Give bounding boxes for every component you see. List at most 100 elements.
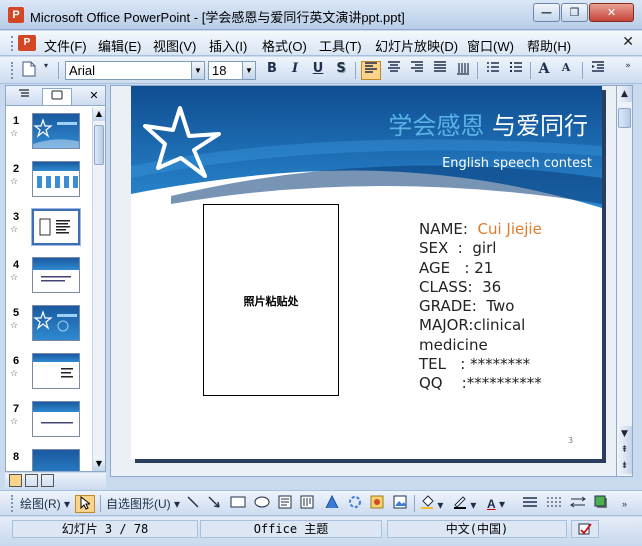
document-close-icon[interactable]: ✕ [622, 34, 634, 50]
new-dropdown-icon[interactable]: ▾ [40, 61, 52, 80]
toolbar-grip-icon[interactable] [11, 495, 14, 512]
new-document-icon[interactable] [20, 61, 38, 80]
menu-tools[interactable]: 工具(T) [319, 36, 362, 55]
chevron-down-icon[interactable]: ▼ [242, 62, 255, 79]
powerpoint-app-icon[interactable]: P [8, 7, 24, 23]
bold-button[interactable]: B [263, 61, 281, 80]
menu-help[interactable]: 帮助(H) [527, 36, 571, 55]
scroll-up-icon[interactable]: ▲ [617, 86, 632, 102]
pane-close-icon[interactable]: ✕ [86, 88, 102, 105]
dash-style-icon[interactable] [546, 495, 564, 513]
slide-thumbnail-row[interactable]: 2 ☆ [6, 159, 91, 207]
menu-format[interactable]: 格式(O) [262, 36, 307, 55]
textbox-icon[interactable] [278, 495, 294, 513]
previous-slide-icon[interactable]: ⇞ [617, 442, 632, 458]
align-right-icon[interactable] [407, 61, 427, 80]
toolbar-options-icon[interactable]: » [622, 61, 634, 80]
menu-insert[interactable]: 插入(I) [209, 36, 247, 55]
italic-button[interactable]: I [286, 61, 304, 80]
shrink-font-button[interactable]: A [557, 61, 575, 80]
clipart-icon[interactable] [370, 495, 386, 513]
indent-icon[interactable] [588, 61, 608, 80]
vertical-textbox-icon[interactable] [300, 495, 316, 513]
menu-view[interactable]: 视图(V) [153, 36, 196, 55]
slide-thumbnail-row[interactable]: 1 ☆ [6, 111, 91, 159]
status-bar: 幻灯片 3 / 78 Office 主题 中文(中国) [0, 517, 642, 546]
scroll-thumb[interactable] [618, 108, 631, 128]
slideshow-view-icon[interactable] [41, 474, 54, 487]
shadow-button[interactable]: S [332, 61, 350, 80]
wordart-icon[interactable] [324, 494, 342, 513]
slide-thumbnail-row[interactable]: 8 [6, 447, 91, 471]
spell-check-icon[interactable] [571, 520, 599, 538]
minimize-button[interactable]: — [533, 3, 560, 22]
bullet-list-icon[interactable] [506, 61, 526, 80]
tab-outline[interactable] [10, 88, 38, 105]
next-slide-icon[interactable]: ⇟ [617, 458, 632, 474]
menu-file[interactable]: 文件(F) [44, 36, 87, 55]
scroll-down-icon[interactable]: ▼ [93, 457, 105, 471]
slide-thumbnail-row[interactable]: 5 ☆ [6, 303, 91, 351]
close-button[interactable]: ✕ [589, 3, 634, 22]
grow-font-button[interactable]: A [535, 61, 553, 80]
align-left-button[interactable] [361, 61, 381, 80]
oval-icon[interactable] [254, 495, 272, 513]
slide-thumbnail-row[interactable]: 6 ☆ [6, 351, 91, 399]
personal-info-textbox[interactable]: NAME: Cui Jiejie SEX : girl AGE : 21 CLA… [419, 220, 542, 394]
arrow-icon[interactable] [207, 495, 223, 513]
thumbnail-scrollbar[interactable]: ▲ ▼ [92, 107, 105, 471]
slide-thumbnail[interactable] [32, 113, 80, 149]
slide-thumbnail-row[interactable]: 4 ☆ [6, 255, 91, 303]
normal-view-icon[interactable] [9, 474, 22, 487]
line-style-icon[interactable] [522, 495, 540, 513]
font-color-icon[interactable]: A ▾ [487, 495, 515, 513]
menu-bar: P 文件(F) 编辑(E) 视图(V) 插入(I) 格式(O) 工具(T) 幻灯… [0, 31, 642, 56]
slide-thumbnail[interactable] [32, 305, 80, 341]
rectangle-icon[interactable] [230, 495, 248, 513]
chevron-down-icon[interactable]: ▼ [191, 62, 204, 79]
slide-thumbnail[interactable] [32, 209, 80, 245]
slide-thumbnail[interactable] [32, 257, 80, 293]
editor-vertical-scrollbar[interactable]: ▲ ▼ ⇞ ⇟ [616, 85, 633, 477]
slide-thumbnail[interactable] [32, 161, 80, 197]
fill-color-icon[interactable]: ▾ [420, 495, 448, 513]
menu-grip-icon[interactable] [11, 36, 14, 51]
toolbar-options-icon[interactable]: » [622, 495, 634, 513]
autoshapes-menu-button[interactable]: 自选图形(U) ▾ [106, 495, 180, 513]
line-icon[interactable] [186, 495, 202, 513]
align-center-icon[interactable] [384, 61, 404, 80]
scroll-up-icon[interactable]: ▲ [93, 107, 105, 121]
menu-slideshow[interactable]: 幻灯片放映(D) [375, 36, 458, 55]
diagram-icon[interactable] [348, 495, 364, 513]
draw-menu-button[interactable]: 绘图(R) ▾ [20, 495, 70, 513]
slide-thumbnail[interactable] [32, 449, 80, 471]
slide-sorter-view-icon[interactable] [25, 474, 38, 487]
current-slide[interactable]: 学会感恩 与爱同行 English speech contest 照片粘贴处 N… [131, 86, 602, 459]
font-size-combo[interactable]: 18 ▼ [208, 61, 256, 80]
slide-title[interactable]: 学会感恩 与爱同行 [388, 106, 588, 141]
slide-thumbnail[interactable] [32, 401, 80, 437]
menu-edit[interactable]: 编辑(E) [98, 36, 141, 55]
slide-thumbnail-row-selected[interactable]: 3 ☆ [6, 207, 91, 255]
photo-placeholder[interactable]: 照片粘贴处 [203, 204, 339, 396]
select-objects-icon[interactable] [75, 495, 95, 513]
slide-thumbnail-row[interactable]: 7 ☆ [6, 399, 91, 447]
tab-slides[interactable] [42, 88, 72, 105]
numbered-list-icon[interactable] [483, 61, 503, 80]
menu-window[interactable]: 窗口(W) [467, 36, 514, 55]
line-color-icon[interactable]: ▾ [453, 495, 481, 513]
underline-button[interactable]: U [309, 61, 327, 80]
scroll-down-icon[interactable]: ▼ [617, 426, 632, 442]
vertical-text-icon[interactable] [453, 61, 473, 80]
picture-icon[interactable] [393, 495, 409, 513]
toolbar-grip-icon[interactable] [11, 62, 14, 79]
restore-button[interactable]: ❐ [561, 3, 588, 22]
scroll-thumb[interactable] [94, 125, 104, 165]
document-icon[interactable]: P [18, 35, 36, 51]
arrow-style-icon[interactable] [570, 495, 588, 513]
distributed-icon[interactable] [430, 61, 450, 80]
slide-thumbnail[interactable] [32, 353, 80, 389]
shadow-style-icon[interactable] [594, 495, 610, 513]
font-name-combo[interactable]: Arial ▼ [65, 61, 205, 80]
slide-subtitle[interactable]: English speech contest [442, 156, 592, 171]
